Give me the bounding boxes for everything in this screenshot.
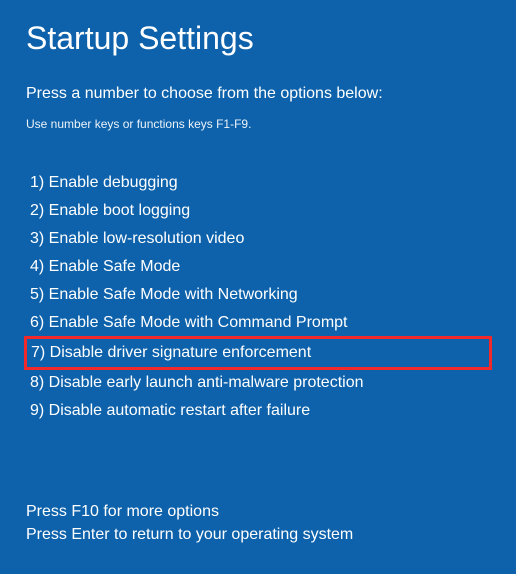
option-disable-auto-restart[interactable]: 9) Disable automatic restart after failu… <box>26 397 490 425</box>
footer: Press F10 for more options Press Enter t… <box>26 500 353 546</box>
page-title: Startup Settings <box>26 20 490 57</box>
footer-return: Press Enter to return to your operating … <box>26 523 353 546</box>
option-enable-low-res-video[interactable]: 3) Enable low-resolution video <box>26 225 490 253</box>
option-enable-safe-mode-cmd[interactable]: 6) Enable Safe Mode with Command Prompt <box>26 309 490 337</box>
option-disable-driver-signature[interactable]: 7) Disable driver signature enforcement <box>24 336 492 370</box>
instruction-primary: Press a number to choose from the option… <box>26 85 490 103</box>
options-list: 1) Enable debugging 2) Enable boot loggi… <box>26 169 490 425</box>
footer-more-options: Press F10 for more options <box>26 500 353 523</box>
option-enable-safe-mode-networking[interactable]: 5) Enable Safe Mode with Networking <box>26 281 490 309</box>
instruction-secondary: Use number keys or functions keys F1-F9. <box>26 117 490 131</box>
option-disable-anti-malware[interactable]: 8) Disable early launch anti-malware pro… <box>26 369 490 397</box>
option-enable-safe-mode[interactable]: 4) Enable Safe Mode <box>26 253 490 281</box>
option-enable-boot-logging[interactable]: 2) Enable boot logging <box>26 197 490 225</box>
option-enable-debugging[interactable]: 1) Enable debugging <box>26 169 490 197</box>
